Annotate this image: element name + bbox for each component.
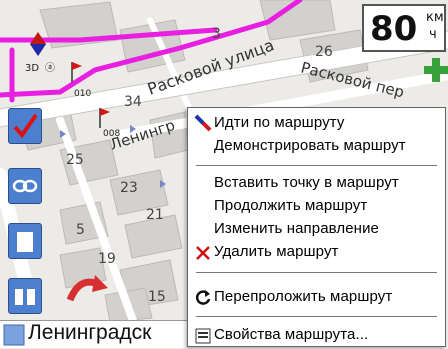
red-x-icon <box>194 244 212 266</box>
speed-unit-top: км <box>426 10 444 25</box>
mode-3d-label[interactable]: 3D <box>25 63 39 74</box>
speed-unit-bottom: ч <box>429 27 437 42</box>
map-square-icon <box>3 324 25 346</box>
svg-text:25: 25 <box>66 152 84 168</box>
menu-item-demonstrate-route[interactable]: Демонстрировать маршрут <box>214 137 406 154</box>
menu-item-reroute[interactable]: Перепроложить маршрут <box>214 288 392 305</box>
menu-separator <box>196 316 437 317</box>
menu-item-insert-point[interactable]: Вставить точку в маршрут <box>214 174 399 191</box>
refresh-icon <box>194 288 212 310</box>
svg-text:15: 15 <box>148 289 166 305</box>
route-tool-button[interactable] <box>8 108 42 144</box>
building-icon <box>17 232 33 252</box>
compass-arrow-icon <box>194 114 212 136</box>
menu-separator <box>196 272 437 273</box>
svg-text:5: 5 <box>76 222 85 238</box>
route-context-menu: Идти по маршруту Демонстрировать маршрут… <box>187 107 446 347</box>
menu-separator <box>196 165 437 166</box>
menu-item-delete-route[interactable]: Удалить маршрут <box>214 243 339 260</box>
favorites-tool-button[interactable] <box>8 223 42 259</box>
binoculars-icon <box>15 289 35 305</box>
current-street-bar: Ленинградск <box>0 320 188 348</box>
svg-text:26: 26 <box>315 44 333 60</box>
svg-text:21: 21 <box>146 207 164 223</box>
properties-icon <box>194 327 212 349</box>
svg-text:ⓐ: ⓐ <box>45 62 55 74</box>
view-tool-button[interactable] <box>8 168 42 204</box>
menu-item-reverse-direction[interactable]: Изменить направление <box>214 220 379 237</box>
current-street-name: Ленинградск <box>28 321 152 344</box>
svg-text:34: 34 <box>124 94 142 110</box>
svg-text:19: 19 <box>98 251 116 267</box>
infinity-icon <box>12 179 38 193</box>
checkmark-icon <box>13 113 38 139</box>
speed-value: 80 <box>370 9 418 49</box>
menu-item-continue-route[interactable]: Продолжить маршрут <box>214 197 367 214</box>
search-tool-button[interactable] <box>8 278 42 314</box>
svg-text:3: 3 <box>212 26 221 42</box>
speed-indicator: 80 км ч <box>362 4 446 52</box>
svg-text:23: 23 <box>120 180 138 196</box>
svg-text:010: 010 <box>74 89 91 99</box>
menu-item-route-properties[interactable]: Свойства маршрута... <box>214 326 368 343</box>
menu-item-follow-route[interactable]: Идти по маршруту <box>214 114 344 131</box>
